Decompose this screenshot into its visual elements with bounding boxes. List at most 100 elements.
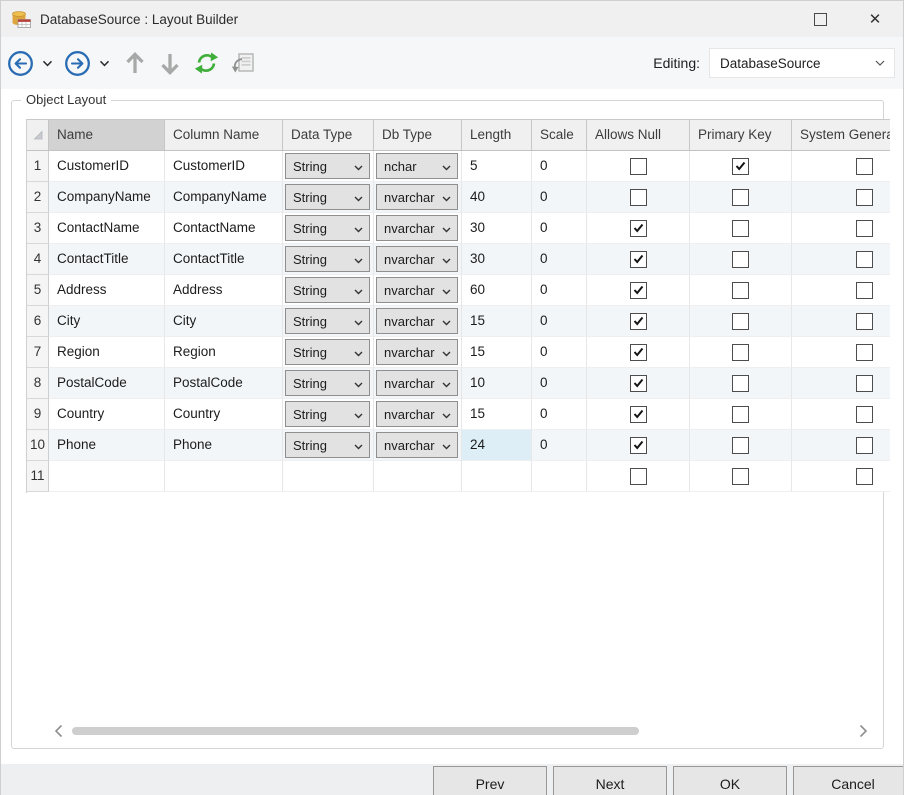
cell-db-type[interactable]: nvarchar	[374, 306, 462, 337]
name-cell[interactable]: Country	[49, 399, 165, 430]
name-cell[interactable]: Region	[49, 337, 165, 368]
data-type-select[interactable]: String	[285, 246, 370, 272]
column-header-db-type[interactable]: Db Type	[374, 120, 462, 150]
length-cell[interactable]: 15	[462, 337, 532, 368]
forward-button[interactable]	[64, 50, 91, 77]
name-cell[interactable]: CompanyName	[49, 182, 165, 213]
select-all-corner[interactable]	[27, 120, 49, 150]
scroll-left-button[interactable]	[50, 722, 66, 740]
column-name-cell[interactable]: Country	[165, 399, 283, 430]
system-generated-checkbox[interactable]	[856, 468, 873, 485]
column-name-cell[interactable]	[165, 461, 283, 492]
scale-cell[interactable]: 0	[532, 182, 587, 213]
column-header-allows-null[interactable]: Allows Null	[587, 120, 690, 150]
length-cell[interactable]: 60	[462, 275, 532, 306]
db-type-select[interactable]: nvarchar	[376, 370, 458, 396]
data-type-select[interactable]: String	[285, 184, 370, 210]
allows-null-checkbox[interactable]	[630, 406, 647, 423]
cell-db-type[interactable]: nvarchar	[374, 430, 462, 461]
data-type-select[interactable]: String	[285, 432, 370, 458]
cancel-button[interactable]: Cancel	[793, 766, 904, 795]
move-down-button[interactable]	[159, 51, 181, 76]
column-name-cell[interactable]: City	[165, 306, 283, 337]
back-dropdown-button[interactable]	[42, 60, 53, 67]
length-cell[interactable]: 30	[462, 244, 532, 275]
scroll-thumb[interactable]	[72, 727, 639, 735]
primary-key-checkbox[interactable]	[732, 313, 749, 330]
allows-null-checkbox[interactable]	[630, 468, 647, 485]
column-header-length[interactable]: Length	[462, 120, 532, 150]
db-type-select[interactable]: nvarchar	[376, 432, 458, 458]
column-header-primary-key[interactable]: Primary Key	[690, 120, 792, 150]
column-header-column-name[interactable]: Column Name	[165, 120, 283, 150]
primary-key-checkbox[interactable]	[732, 468, 749, 485]
data-type-select[interactable]: String	[285, 339, 370, 365]
scale-cell[interactable]: 0	[532, 306, 587, 337]
name-cell[interactable]: Address	[49, 275, 165, 306]
system-generated-checkbox[interactable]	[856, 437, 873, 454]
cell-db-type[interactable]: nvarchar	[374, 368, 462, 399]
primary-key-checkbox[interactable]	[732, 375, 749, 392]
row-header[interactable]: 5	[27, 275, 49, 306]
cell-data-type[interactable]: String	[283, 182, 374, 213]
scale-cell[interactable]: 0	[532, 368, 587, 399]
horizontal-scrollbar[interactable]	[50, 721, 871, 741]
name-cell[interactable]: PostalCode	[49, 368, 165, 399]
scale-cell[interactable]	[532, 461, 587, 492]
cell-db-type[interactable]: nvarchar	[374, 213, 462, 244]
cell-db-type[interactable]: nvarchar	[374, 182, 462, 213]
name-cell[interactable]: CustomerID	[49, 151, 165, 182]
length-cell[interactable]: 10	[462, 368, 532, 399]
cell-data-type[interactable]: String	[283, 244, 374, 275]
allows-null-checkbox[interactable]	[630, 251, 647, 268]
system-generated-checkbox[interactable]	[856, 406, 873, 423]
length-cell[interactable]: 30	[462, 213, 532, 244]
refresh-button[interactable]	[194, 51, 219, 75]
db-type-select[interactable]: nvarchar	[376, 401, 458, 427]
forward-dropdown-button[interactable]	[99, 60, 110, 67]
name-cell[interactable]: Phone	[49, 430, 165, 461]
prev-button[interactable]: Prev	[433, 766, 547, 795]
primary-key-checkbox[interactable]	[732, 406, 749, 423]
cell-data-type[interactable]: String	[283, 275, 374, 306]
cell-data-type[interactable]: String	[283, 306, 374, 337]
row-header[interactable]: 1	[27, 151, 49, 182]
back-button[interactable]	[7, 50, 34, 77]
db-type-select[interactable]: nchar	[376, 153, 458, 179]
scale-cell[interactable]: 0	[532, 244, 587, 275]
allows-null-checkbox[interactable]	[630, 220, 647, 237]
primary-key-checkbox[interactable]	[732, 189, 749, 206]
name-cell[interactable]: City	[49, 306, 165, 337]
length-cell[interactable]: 15	[462, 399, 532, 430]
column-name-cell[interactable]: CompanyName	[165, 182, 283, 213]
cell-data-type[interactable]: String	[283, 337, 374, 368]
name-cell[interactable]: ContactTitle	[49, 244, 165, 275]
cell-db-type[interactable]: nvarchar	[374, 275, 462, 306]
next-button[interactable]: Next	[553, 766, 667, 795]
length-cell[interactable]	[462, 461, 532, 492]
system-generated-checkbox[interactable]	[856, 220, 873, 237]
system-generated-checkbox[interactable]	[856, 313, 873, 330]
length-cell[interactable]: 40	[462, 182, 532, 213]
allows-null-checkbox[interactable]	[630, 375, 647, 392]
system-generated-checkbox[interactable]	[856, 375, 873, 392]
allows-null-checkbox[interactable]	[630, 437, 647, 454]
db-type-select[interactable]: nvarchar	[376, 339, 458, 365]
system-generated-checkbox[interactable]	[856, 189, 873, 206]
column-header-scale[interactable]: Scale	[532, 120, 587, 150]
editing-select[interactable]: DatabaseSource	[709, 48, 895, 78]
primary-key-checkbox[interactable]	[732, 158, 749, 175]
system-generated-checkbox[interactable]	[856, 251, 873, 268]
db-type-select[interactable]: nvarchar	[376, 184, 458, 210]
system-generated-checkbox[interactable]	[856, 344, 873, 361]
length-cell[interactable]: 5	[462, 151, 532, 182]
data-type-select[interactable]: String	[285, 308, 370, 334]
column-name-cell[interactable]: Region	[165, 337, 283, 368]
row-header[interactable]: 10	[27, 430, 49, 461]
data-type-select[interactable]: String	[285, 153, 370, 179]
scale-cell[interactable]: 0	[532, 151, 587, 182]
cell-data-type[interactable]: String	[283, 399, 374, 430]
primary-key-checkbox[interactable]	[732, 344, 749, 361]
column-header-name[interactable]: Name	[49, 120, 165, 150]
column-name-cell[interactable]: Address	[165, 275, 283, 306]
